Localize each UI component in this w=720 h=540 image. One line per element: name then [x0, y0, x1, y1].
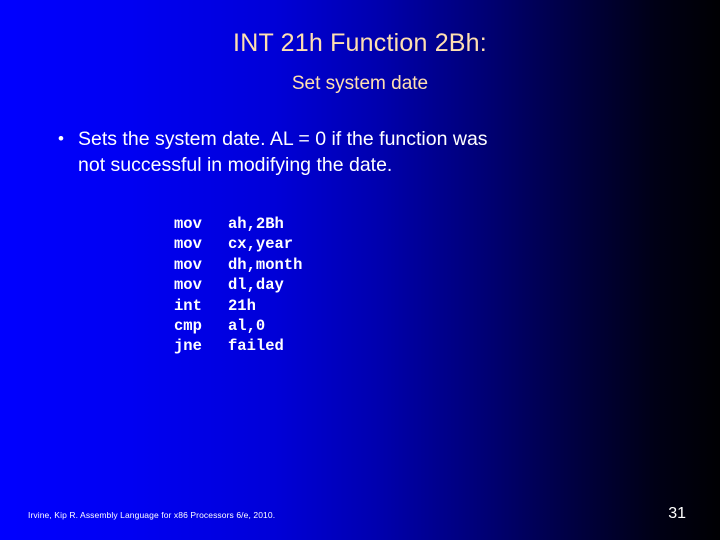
page-title: INT 21h Function 2Bh:	[233, 29, 487, 57]
code-line: mov dl,day	[174, 275, 302, 295]
code-line: cmp al,0	[174, 316, 302, 336]
footer-citation: Irvine, Kip R. Assembly Language for x86…	[28, 510, 276, 520]
code-mnemonic: mov	[174, 255, 202, 274]
code-mnemonic: mov	[174, 215, 202, 233]
title-block: INT 21h Function 2Bh: Set system date	[0, 28, 720, 96]
code-line: int 21h	[174, 296, 302, 316]
code-listing: mov ah,2Bh mov cx,year mov dh,month mov …	[174, 214, 302, 357]
code-operands: ah,2Bh	[228, 215, 284, 233]
code-operands: dl,day	[228, 276, 284, 295]
list-item: • Sets the system date. AL = 0 if the fu…	[58, 126, 658, 178]
code-mnemonic: mov	[174, 276, 202, 295]
page-subtitle: Set system date	[291, 73, 429, 94]
code-operands: cx,year	[228, 235, 294, 254]
code-line: mov dh,month	[174, 255, 302, 275]
bullet-item-text: Sets the system date. AL = 0 if the func…	[78, 128, 488, 176]
slide-canvas: INT 21h Function 2Bh: Set system date • …	[0, 0, 720, 540]
code-line: mov ah,2Bh	[174, 214, 302, 234]
code-mnemonic: int	[174, 296, 202, 315]
code-operands: 21h	[228, 296, 256, 315]
code-line: mov cx,year	[174, 234, 302, 254]
bullet-list: • Sets the system date. AL = 0 if the fu…	[58, 126, 658, 178]
code-mnemonic: mov	[174, 235, 202, 254]
code-operands: dh,month	[228, 255, 303, 274]
code-mnemonic: jne	[174, 337, 202, 356]
code-operands: failed	[228, 337, 284, 356]
code-line: jne failed	[174, 336, 302, 356]
bullet-dot-icon: •	[58, 129, 64, 148]
code-operands: al,0	[228, 317, 266, 336]
code-mnemonic: cmp	[174, 317, 202, 336]
page-number: 31	[668, 505, 686, 522]
